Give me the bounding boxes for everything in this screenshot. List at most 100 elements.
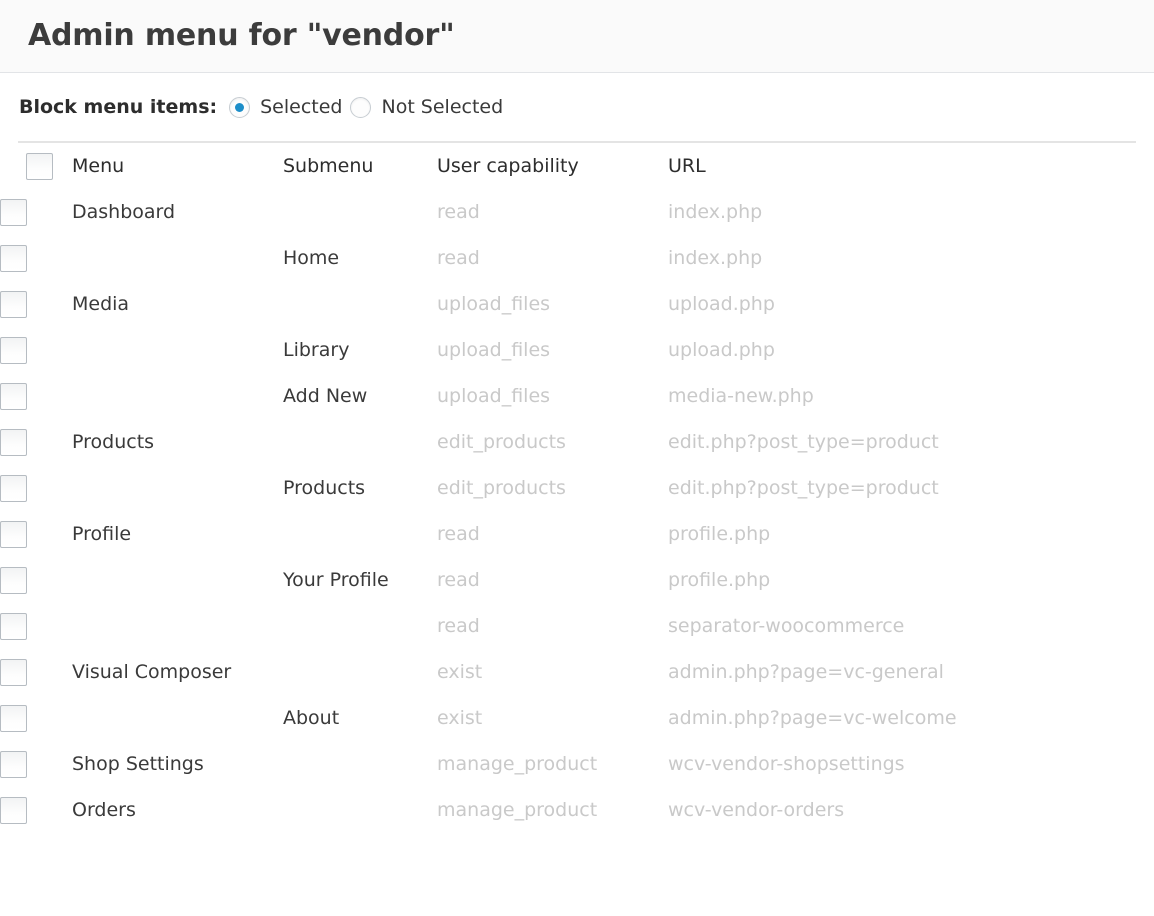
header-submenu: Submenu [283, 155, 374, 177]
header-capability: User capability [437, 155, 579, 177]
row-checkbox-cell [0, 603, 72, 649]
row-submenu-label: Home [283, 247, 340, 269]
row-checkbox-cell [0, 649, 72, 695]
row-capability-label: exist [437, 661, 483, 683]
header-select-all-cell [0, 143, 72, 189]
table-header: Menu Submenu User capability URL [0, 143, 1154, 189]
row-capability-label: edit_products [437, 431, 566, 453]
row-submenu-label: Add New [283, 385, 368, 407]
radio-option-selected[interactable]: Selected [229, 96, 342, 118]
table-row: Products edit_products edit.php?post_type=… [0, 419, 1154, 465]
row-submenu-label [283, 189, 437, 235]
row-menu-label [72, 557, 283, 603]
row-checkbox[interactable] [0, 566, 27, 594]
row-url-label: separator-woocommerce [668, 615, 905, 637]
row-menu-label [72, 327, 283, 373]
page-title: Admin menu for "vendor" [28, 18, 455, 53]
row-submenu-label: Library [283, 339, 350, 361]
row-checkbox[interactable] [0, 474, 27, 502]
row-submenu-label: About [283, 707, 340, 729]
table-row: Home read index.php [0, 235, 1154, 281]
row-checkbox[interactable] [0, 750, 27, 778]
row-submenu-label [283, 649, 437, 695]
table-row: Library upload_files upload.php [0, 327, 1154, 373]
row-menu-label [72, 603, 283, 649]
row-capability-label: manage_product [437, 753, 598, 775]
row-checkbox-cell [0, 741, 72, 787]
row-menu-label: Shop Settings [72, 753, 204, 775]
row-url-label: upload.php [668, 293, 775, 315]
row-checkbox-cell [0, 557, 72, 603]
row-capability-label: read [437, 201, 480, 223]
row-submenu-label [283, 741, 437, 787]
row-checkbox[interactable] [0, 290, 27, 318]
row-menu-label [72, 695, 283, 741]
row-checkbox[interactable] [0, 198, 27, 226]
row-submenu-label [283, 419, 437, 465]
row-checkbox-cell [0, 373, 72, 419]
table-row: Orders manage_product wcv-vendor-orders [0, 787, 1154, 833]
row-submenu-label [283, 603, 437, 649]
row-capability-label: upload_files [437, 339, 551, 361]
row-submenu-label: Products [283, 477, 366, 499]
row-capability-label: manage_product [437, 799, 598, 821]
row-checkbox[interactable] [0, 244, 27, 272]
table-row: Products edit_products edit.php?post_type=… [0, 465, 1154, 511]
row-checkbox[interactable] [0, 382, 27, 410]
radio-option-selected-label: Selected [260, 96, 343, 118]
row-checkbox-cell [0, 419, 72, 465]
row-checkbox-cell [0, 235, 72, 281]
table-row: About exist admin.php?page=vc-welcome [0, 695, 1154, 741]
row-checkbox[interactable] [0, 520, 27, 548]
row-url-label: edit.php?post_type=product [668, 431, 939, 453]
row-menu-label: Profile [72, 523, 132, 545]
row-url-label: index.php [668, 201, 763, 223]
row-capability-label: upload_files [437, 293, 551, 315]
row-submenu-label [283, 511, 437, 557]
row-submenu-label [283, 281, 437, 327]
row-url-label: upload.php [668, 339, 775, 361]
filter-radio-group: Selected Not Selected [229, 96, 511, 118]
row-menu-label [72, 465, 283, 511]
row-checkbox-cell [0, 511, 72, 557]
row-checkbox[interactable] [0, 428, 27, 456]
row-checkbox[interactable] [0, 612, 27, 640]
row-menu-label: Orders [72, 799, 136, 821]
header-url: URL [668, 155, 706, 177]
row-submenu-label: Your Profile [283, 569, 389, 591]
admin-menu-table-wrapper: Menu Submenu User capability URL Dashboa… [0, 143, 1154, 833]
row-checkbox[interactable] [0, 336, 27, 364]
row-url-label: admin.php?page=vc-welcome [668, 707, 957, 729]
row-url-label: profile.php [668, 569, 771, 591]
row-checkbox[interactable] [0, 796, 27, 824]
row-menu-label [72, 373, 283, 419]
header-menu: Menu [72, 155, 125, 177]
block-menu-items-filter: Block menu items: Selected Not Selected [0, 73, 1154, 141]
row-url-label: wcv-vendor-shopsettings [668, 753, 905, 775]
row-capability-label: read [437, 523, 480, 545]
table-row: Shop Settings manage_product wcv-vendor-sh… [0, 741, 1154, 787]
row-checkbox[interactable] [0, 704, 27, 732]
row-checkbox[interactable] [0, 658, 27, 686]
row-checkbox-cell [0, 327, 72, 373]
table-row: Visual Composer exist admin.php?page=vc-ge… [0, 649, 1154, 695]
radio-option-not-selected[interactable]: Not Selected [350, 96, 503, 118]
select-all-checkbox[interactable] [26, 152, 53, 180]
row-checkbox-cell [0, 189, 72, 235]
row-menu-label: Visual Composer [72, 661, 232, 683]
table-row: Profile read profile.php [0, 511, 1154, 557]
row-menu-label: Media [72, 293, 130, 315]
row-capability-label: read [437, 247, 480, 269]
row-menu-label [72, 235, 283, 281]
table-row: Add New upload_files media-new.php [0, 373, 1154, 419]
row-capability-label: exist [437, 707, 483, 729]
radio-not-selected-icon[interactable] [350, 96, 372, 118]
row-url-label: wcv-vendor-orders [668, 799, 845, 821]
filter-label: Block menu items: [19, 96, 218, 118]
row-checkbox-cell [0, 787, 72, 833]
row-submenu-label [283, 787, 437, 833]
admin-menu-table: Menu Submenu User capability URL Dashboa… [0, 143, 1154, 833]
row-url-label: index.php [668, 247, 763, 269]
row-capability-label: read [437, 569, 480, 591]
radio-selected-icon[interactable] [229, 96, 251, 118]
